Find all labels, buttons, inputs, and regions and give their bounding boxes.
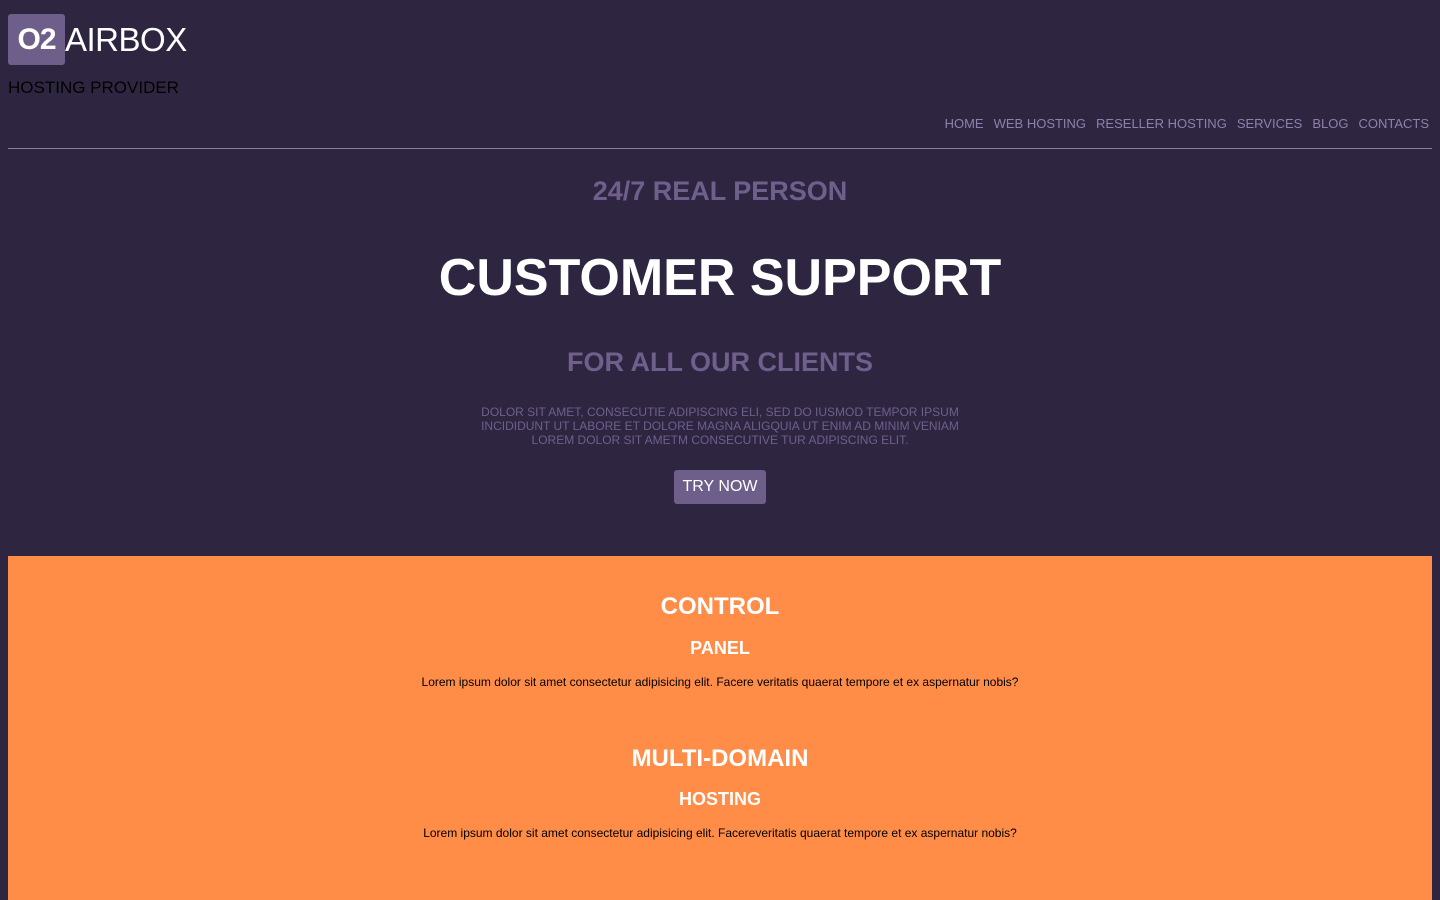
feature-text: Lorem ipsum dolor sit amet consectetur a…: [421, 675, 1019, 689]
logo-text: AIRBOX: [65, 21, 187, 58]
feature-title: MULTI-DOMAIN: [631, 745, 809, 772]
nav-item-contacts[interactable]: CONTACTS: [1358, 116, 1429, 132]
nav-item-reseller-hosting[interactable]: RESELLER HOSTING: [1096, 116, 1227, 132]
hero-title: CUSTOMER SUPPORT: [438, 249, 1002, 307]
site-tagline: HOSTING PROVIDER: [8, 78, 179, 97]
hero-body-text: DOLOR SIT AMET, CONSECUTIE ADIPISCING EL…: [481, 405, 959, 447]
nav-item-blog[interactable]: BLOG: [1312, 116, 1348, 132]
main-nav: HOME WEB HOSTING RESELLER HOSTING SERVIC…: [945, 116, 1429, 132]
nav-item-home[interactable]: HOME: [945, 116, 984, 132]
page: O2 AIRBOX HOSTING PROVIDER HOME WEB HOST…: [0, 0, 1440, 900]
hero-kicker: 24/7 REAL PERSON: [592, 176, 848, 206]
feature-title: CONTROL: [660, 593, 780, 620]
header-divider: [8, 148, 1432, 149]
logo[interactable]: O2 AIRBOX: [8, 14, 187, 65]
logo-badge: O2: [8, 14, 65, 65]
feature-subtitle: PANEL: [690, 638, 750, 658]
nav-item-web-hosting[interactable]: WEB HOSTING: [994, 116, 1086, 132]
features-section: CONTROL PANEL Lorem ipsum dolor sit amet…: [8, 556, 1432, 900]
nav-item-services[interactable]: SERVICES: [1237, 116, 1303, 132]
feature-control-panel: CONTROL PANEL Lorem ipsum dolor sit amet…: [8, 592, 1432, 689]
feature-text: Lorem ipsum dolor sit amet consectetur a…: [423, 826, 1017, 840]
feature-multi-domain-hosting: MULTI-DOMAIN HOSTING Lorem ipsum dolor s…: [8, 744, 1432, 840]
feature-subtitle: HOSTING: [678, 789, 761, 809]
try-now-button[interactable]: TRY NOW: [674, 470, 766, 504]
hero-subtitle: FOR ALL OUR CLIENTS: [567, 347, 873, 377]
